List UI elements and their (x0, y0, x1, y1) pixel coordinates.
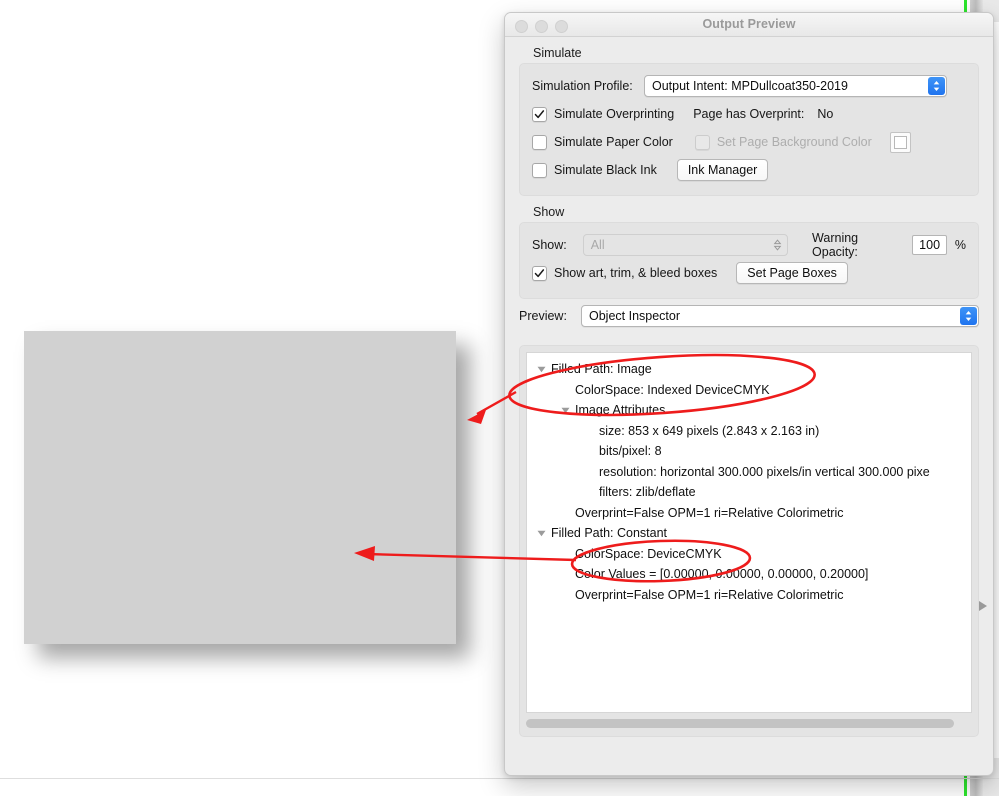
simulate-group: Simulation Profile: Output Intent: MPDul… (519, 63, 979, 196)
ink-manager-button[interactable]: Ink Manager (676, 159, 769, 181)
inspector-row-label: size: 853 x 649 pixels (2.843 x 2.163 in… (599, 423, 820, 438)
simulate-paper-color-label: Simulate Paper Color (554, 135, 673, 149)
object-inspector-tree: Filled Path: Image ColorSpace: Indexed De… (527, 353, 971, 605)
show-filter-select: All (582, 234, 789, 256)
simulation-profile-row: Simulation Profile: Output Intent: MPDul… (532, 72, 966, 100)
disclosure-triangle-icon[interactable] (535, 366, 548, 373)
percent-label: % (954, 238, 966, 252)
simulate-black-ink-row: Simulate Black Ink Ink Manager (532, 156, 966, 184)
simulate-paper-color-checkbox[interactable] (532, 134, 547, 150)
window-titlebar[interactable]: Output Preview (505, 13, 993, 37)
show-label: Show: (532, 238, 567, 252)
warning-opacity-input[interactable]: 100 (912, 235, 947, 255)
simulate-paper-color-row: Simulate Paper Color Set Page Background… (532, 128, 966, 156)
preview-mode-select[interactable]: Object Inspector (581, 305, 979, 327)
inspector-row-label: Overprint=False OPM=1 ri=Relative Colori… (575, 505, 844, 520)
window-title: Output Preview (702, 17, 796, 31)
simulate-overprinting-row: Simulate Overprinting Page has Overprint… (532, 100, 966, 128)
page-has-overprint-value: No (817, 107, 834, 121)
chevron-updown-icon[interactable] (960, 307, 977, 325)
output-preview-window: Output Preview Simulate Simulation Profi… (504, 12, 994, 776)
inspector-row[interactable]: filters: zlib/deflate (527, 482, 971, 503)
inspector-row-label: filters: zlib/deflate (599, 485, 696, 500)
object-inspector-scroll[interactable]: Filled Path: Image ColorSpace: Indexed De… (526, 352, 972, 713)
inspector-row-label: resolution: horizontal 300.000 pixels/in… (599, 464, 930, 479)
show-group-label: Show (533, 205, 565, 219)
page-background-color-well[interactable] (889, 131, 911, 153)
disclosure-triangle-icon[interactable] (535, 530, 548, 537)
minimize-button-icon[interactable] (535, 20, 548, 33)
warning-opacity-label: Warning Opacity: (812, 231, 859, 259)
simulate-overprinting-checkbox[interactable] (532, 106, 547, 122)
horizontal-scrollbar[interactable] (526, 716, 972, 730)
page-has-overprint-label: Page has Overprint: (693, 107, 805, 121)
inspector-row[interactable]: ColorSpace: Indexed DeviceCMYK (527, 380, 971, 401)
set-page-background-color-checkbox (694, 134, 710, 150)
document-page-preview[interactable] (24, 331, 456, 644)
inspector-row[interactable]: Image Attributes (527, 400, 971, 421)
inspector-row[interactable]: size: 853 x 649 pixels (2.843 x 2.163 in… (527, 421, 971, 442)
inspector-row[interactable]: resolution: horizontal 300.000 pixels/in… (527, 462, 971, 483)
show-page-boxes-row: Show art, trim, & bleed boxes Set Page B… (532, 259, 966, 287)
canvas-divider (0, 778, 999, 779)
color-swatch (893, 135, 907, 149)
close-button-icon[interactable] (515, 20, 528, 33)
chevron-updown-icon[interactable] (928, 77, 945, 95)
show-boxes-checkbox[interactable] (532, 265, 547, 281)
simulate-overprinting-label: Simulate Overprinting (554, 107, 675, 121)
simulate-black-ink-label: Simulate Black Ink (554, 163, 657, 177)
show-group: Show: All Warning Opacity: 100 % Show ar… (519, 222, 979, 299)
object-inspector-panel: Filled Path: Image ColorSpace: Indexed De… (519, 345, 979, 737)
inspector-row-label: ColorSpace: Indexed DeviceCMYK (575, 382, 770, 397)
set-page-background-color-label: Set Page Background Color (716, 135, 872, 149)
chevron-updown-icon (769, 236, 786, 254)
inspector-row-label: bits/pixel: 8 (599, 444, 662, 459)
inspector-row[interactable]: Filled Path: Image (527, 359, 971, 380)
inspector-row[interactable]: Filled Path: Constant (527, 523, 971, 544)
inspector-row-label: Filled Path: Image (551, 362, 652, 377)
inspector-row-label: Image Attributes (575, 403, 666, 418)
simulation-profile-select[interactable]: Output Intent: MPDullcoat350-2019 (644, 75, 947, 97)
disclosure-triangle-icon[interactable] (559, 407, 572, 414)
inspector-row-label: Overprint=False OPM=1 ri=Relative Colori… (575, 587, 844, 602)
preview-mode-value: Object Inspector (589, 309, 681, 323)
simulation-profile-value: Output Intent: MPDullcoat350-2019 (652, 79, 848, 93)
show-filter-value: All (590, 238, 605, 252)
inspector-row-label: Color Values = [0.00000, 0.00000, 0.0000… (575, 567, 869, 582)
simulate-black-ink-checkbox[interactable] (532, 162, 547, 178)
inspector-row[interactable]: bits/pixel: 8 (527, 441, 971, 462)
simulate-group-label: Simulate (533, 46, 582, 60)
inspector-row[interactable]: Color Values = [0.00000, 0.00000, 0.0000… (527, 564, 971, 585)
preview-label: Preview: (519, 309, 567, 323)
inspector-row[interactable]: ColorSpace: DeviceCMYK (527, 544, 971, 565)
horizontal-scrollbar-thumb[interactable] (526, 718, 955, 728)
inspector-row[interactable]: Overprint=False OPM=1 ri=Relative Colori… (527, 503, 971, 524)
inspector-row-label: Filled Path: Constant (551, 526, 668, 541)
preview-row: Preview: Object Inspector (519, 299, 979, 333)
maximize-button-icon[interactable] (555, 20, 568, 33)
set-page-boxes-button[interactable]: Set Page Boxes (736, 262, 848, 284)
show-filter-row: Show: All Warning Opacity: 100 % (532, 231, 966, 259)
show-boxes-label: Show art, trim, & bleed boxes (554, 266, 718, 280)
inspector-row-label: ColorSpace: DeviceCMYK (575, 546, 722, 561)
inspector-row[interactable]: Overprint=False OPM=1 ri=Relative Colori… (527, 585, 971, 606)
simulation-profile-label: Simulation Profile: (532, 79, 633, 93)
